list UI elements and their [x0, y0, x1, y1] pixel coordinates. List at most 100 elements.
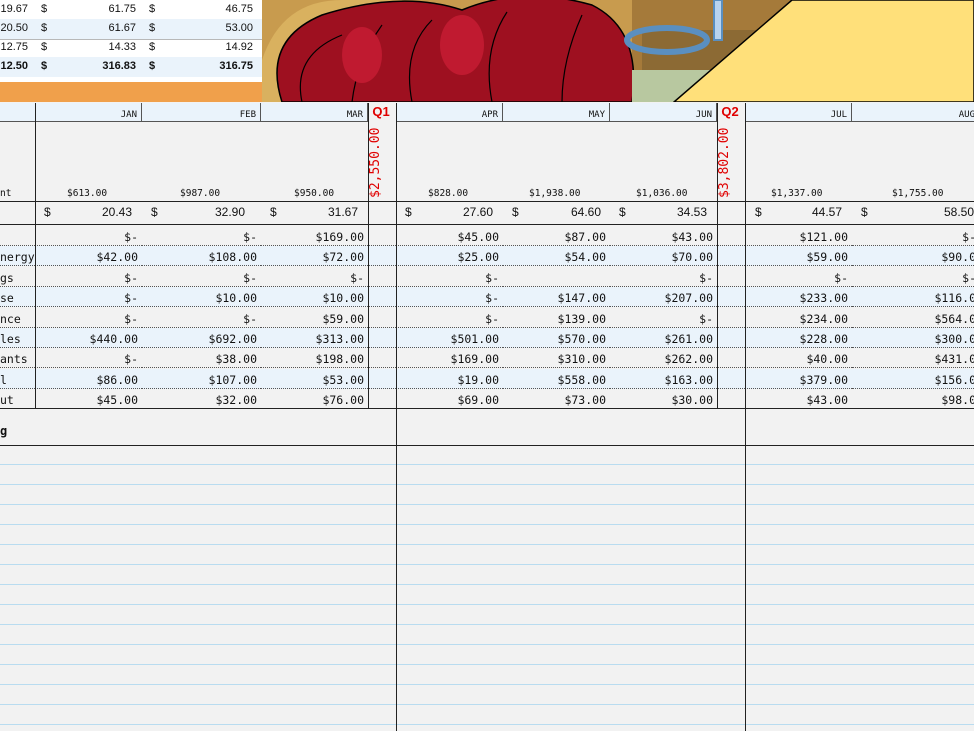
category-cell[interactable]: $169.00: [396, 348, 503, 369]
currency-sign: $: [149, 22, 156, 34]
category-cell[interactable]: $69.00: [396, 389, 503, 410]
category-label: les: [0, 328, 35, 348]
category-cell[interactable]: $261.00: [610, 328, 717, 348]
category-cell[interactable]: $501.00: [396, 328, 503, 348]
currency-sign: $: [149, 3, 156, 15]
category-cell[interactable]: $234.00: [745, 308, 852, 328]
category-cell[interactable]: $-: [852, 267, 974, 287]
category-cell[interactable]: $262.00: [610, 348, 717, 369]
month-total: $1,755.00: [892, 188, 944, 199]
month-header-jul[interactable]: JUL: [745, 103, 852, 122]
category-cell[interactable]: $139.00: [503, 308, 610, 328]
category-cell[interactable]: $72.00: [261, 246, 368, 267]
category-cell[interactable]: $40.00: [745, 348, 852, 369]
category-cell[interactable]: $207.00: [610, 287, 717, 308]
category-cell[interactable]: $-: [396, 308, 503, 328]
month-total: $1,036.00: [636, 188, 688, 199]
category-cell[interactable]: $233.00: [745, 287, 852, 308]
category-cell[interactable]: $10.00: [261, 287, 368, 308]
category-cell[interactable]: $198.00: [261, 348, 368, 369]
category-cell[interactable]: $98.0: [852, 389, 974, 410]
month-header-feb[interactable]: FEB: [142, 103, 261, 122]
month-header-mar[interactable]: MAR: [261, 103, 368, 122]
category-cell[interactable]: $38.00: [142, 348, 261, 369]
category-cell[interactable]: $121.00: [745, 226, 852, 246]
category-cell[interactable]: $108.00: [142, 246, 261, 267]
summary-footer-bar: [0, 82, 262, 102]
category-cell[interactable]: $300.0: [852, 328, 974, 348]
column-divider: [745, 103, 746, 409]
category-cell[interactable]: $-: [396, 267, 503, 287]
category-cell[interactable]: $43.00: [610, 226, 717, 246]
category-cell[interactable]: $32.00: [142, 389, 261, 410]
divider: [0, 445, 974, 446]
category-cell[interactable]: $558.00: [503, 368, 610, 389]
category-cell[interactable]: $310.00: [503, 348, 610, 369]
category-cell[interactable]: $45.00: [396, 226, 503, 246]
category-cell[interactable]: $30.00: [610, 389, 717, 410]
month-header-aug[interactable]: AUG: [852, 103, 974, 122]
column-divider: [717, 103, 718, 409]
category-cell[interactable]: $156.0: [852, 368, 974, 389]
category-cell[interactable]: $-: [35, 226, 142, 246]
category-cell[interactable]: $73.00: [503, 389, 610, 410]
category-cell[interactable]: $-: [142, 267, 261, 287]
category-cell[interactable]: $54.00: [503, 246, 610, 267]
category-cell[interactable]: $87.00: [503, 226, 610, 246]
category-cell[interactable]: $570.00: [503, 328, 610, 348]
notes-label: g: [0, 424, 8, 438]
category-cell[interactable]: $-: [852, 226, 974, 246]
category-cell[interactable]: $25.00: [396, 246, 503, 267]
category-cell[interactable]: $-: [142, 226, 261, 246]
category-cell[interactable]: $10.00: [142, 287, 261, 308]
category-cell[interactable]: $76.00: [261, 389, 368, 410]
category-cell[interactable]: $42.00: [35, 246, 142, 267]
category-cell[interactable]: $-: [142, 308, 261, 328]
category-cell[interactable]: $53.00: [261, 368, 368, 389]
category-cell[interactable]: $70.00: [610, 246, 717, 267]
divider: [0, 201, 974, 202]
month-header-jun[interactable]: JUN: [610, 103, 717, 122]
category-cell[interactable]: $692.00: [142, 328, 261, 348]
category-cell[interactable]: $163.00: [610, 368, 717, 389]
category-cell[interactable]: $116.0: [852, 287, 974, 308]
category-cell[interactable]: $313.00: [261, 328, 368, 348]
category-cell[interactable]: $59.00: [261, 308, 368, 328]
category-cell[interactable]: $-: [610, 267, 717, 287]
average-value: 34.53: [676, 205, 707, 219]
category-cell[interactable]: $431.0: [852, 348, 974, 369]
month-total: $828.00: [428, 188, 469, 199]
month-header-jan[interactable]: JAN: [0, 103, 142, 122]
category-cell[interactable]: $19.00: [396, 368, 503, 389]
category-cell[interactable]: $43.00: [745, 389, 852, 410]
category-cell[interactable]: $-: [35, 287, 142, 308]
quarter-spacer-cell: [368, 389, 396, 410]
average-value: 31.67: [327, 205, 358, 219]
category-cell[interactable]: $-: [35, 348, 142, 369]
quarter-spacer-cell: [717, 308, 745, 328]
category-cell[interactable]: $86.00: [35, 368, 142, 389]
category-cell[interactable]: $-: [35, 308, 142, 328]
month-header-may[interactable]: MAY: [503, 103, 610, 122]
category-cell[interactable]: $379.00: [745, 368, 852, 389]
category-cell[interactable]: $-: [396, 287, 503, 308]
category-cell[interactable]: $440.00: [35, 328, 142, 348]
category-cell[interactable]: $-: [35, 267, 142, 287]
quarter-spacer-cell: [368, 287, 396, 308]
category-cell[interactable]: $228.00: [745, 328, 852, 348]
month-header-apr[interactable]: APR: [396, 103, 503, 122]
category-cell[interactable]: $169.00: [261, 226, 368, 246]
category-cell[interactable]: $107.00: [142, 368, 261, 389]
category-cell[interactable]: $-: [610, 308, 717, 328]
category-label: se: [0, 287, 35, 308]
category-cell[interactable]: $90.0: [852, 246, 974, 267]
category-cell[interactable]: $564.0: [852, 308, 974, 328]
notes-area[interactable]: [0, 445, 974, 731]
category-cell[interactable]: $45.00: [35, 389, 142, 410]
category-cell[interactable]: $59.00: [745, 246, 852, 267]
summary-cell: 53.00: [225, 22, 253, 34]
category-cell[interactable]: [503, 267, 610, 287]
category-cell[interactable]: $-: [745, 267, 852, 287]
category-cell[interactable]: $147.00: [503, 287, 610, 308]
category-cell[interactable]: $-: [261, 267, 368, 287]
